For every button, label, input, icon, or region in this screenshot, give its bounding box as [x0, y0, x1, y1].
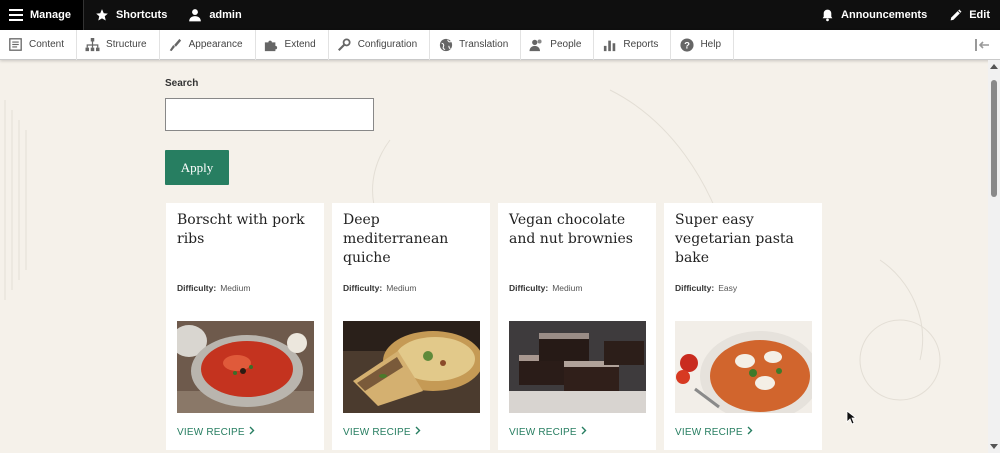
difficulty-label: Difficulty:: [509, 283, 549, 293]
page-scrollbar[interactable]: [988, 60, 1000, 453]
user-icon: [187, 7, 203, 23]
chevron-right-icon: [415, 426, 421, 438]
help-icon: ?: [679, 37, 694, 52]
content-icon: [8, 37, 23, 52]
chevron-right-icon: [249, 426, 255, 438]
recipe-difficulty: Difficulty: Easy: [675, 283, 737, 293]
view-recipe-label: VIEW RECIPE: [675, 426, 743, 438]
difficulty-value: Medium: [220, 283, 251, 293]
tray-item-label: Configuration: [357, 39, 418, 50]
announcements-label: Announcements: [841, 9, 928, 21]
star-icon: [94, 7, 110, 23]
recipe-title[interactable]: Vegan chocolate and nut brownies: [509, 211, 649, 249]
view-recipe-label: VIEW RECIPE: [177, 426, 245, 438]
borscht-soup-image[interactable]: [177, 321, 314, 413]
admin-toolbar: Manage Shortcuts admin Announcements Edi…: [0, 0, 1000, 30]
recipe-card[interactable]: Deep mediterranean quiche Difficulty: Med…: [332, 203, 490, 450]
manage-label: Manage: [30, 9, 71, 21]
user-label: admin: [209, 9, 242, 21]
tray-item-label: Appearance: [188, 39, 243, 50]
tray-item-translation[interactable]: Translation: [430, 29, 522, 60]
user-button[interactable]: admin: [177, 0, 251, 30]
scroll-up-arrow-icon[interactable]: [990, 64, 998, 69]
tray-item-label: Reports: [623, 39, 659, 50]
edit-button[interactable]: Edit: [937, 0, 1000, 30]
translation-icon: [438, 37, 453, 52]
difficulty-value: Easy: [718, 283, 738, 293]
difficulty-value: Medium: [552, 283, 583, 293]
view-recipe-label: VIEW RECIPE: [509, 426, 577, 438]
recipe-title[interactable]: Super easy vegetarian pasta bake: [675, 211, 815, 268]
view-recipe-link[interactable]: VIEW RECIPE: [177, 426, 255, 438]
recipe-card[interactable]: Borscht with pork ribs Difficulty: Medium…: [166, 203, 324, 450]
tray-item-label: Extend: [284, 39, 316, 50]
pencil-icon: [947, 7, 963, 23]
reports-icon: [602, 37, 617, 52]
view-recipe-link[interactable]: VIEW RECIPE: [509, 426, 587, 438]
edit-label: Edit: [969, 9, 990, 21]
recipe-card[interactable]: Vegan chocolate and nut brownies Difficu…: [498, 203, 656, 450]
appearance-icon: [168, 37, 183, 52]
tray-item-help[interactable]: ? Help: [671, 29, 735, 60]
announcements-button[interactable]: Announcements: [809, 0, 937, 30]
view-recipe-link[interactable]: VIEW RECIPE: [343, 426, 421, 438]
quiche-image[interactable]: [343, 321, 480, 413]
recipe-title[interactable]: Borscht with pork ribs: [177, 211, 317, 249]
extend-icon: [264, 37, 279, 52]
recipe-difficulty: Difficulty: Medium: [343, 283, 416, 293]
people-icon: [529, 37, 544, 52]
view-recipe-link[interactable]: VIEW RECIPE: [675, 426, 753, 438]
search-label: Search: [165, 78, 199, 89]
hamburger-icon: [8, 7, 24, 23]
recipe-difficulty: Difficulty: Medium: [177, 283, 250, 293]
shortcuts-button[interactable]: Shortcuts: [84, 0, 177, 30]
configuration-icon: [337, 37, 352, 52]
tray-item-label: People: [550, 39, 582, 50]
scrollbar-thumb[interactable]: [991, 80, 997, 197]
admin-tray: Content Structure Appearance Extend Conf…: [0, 29, 1000, 60]
recipe-title[interactable]: Deep mediterranean quiche: [343, 211, 483, 268]
recipe-difficulty: Difficulty: Medium: [509, 283, 582, 293]
bell-icon: [819, 7, 835, 23]
chevron-right-icon: [747, 426, 753, 438]
mouse-cursor-icon: [846, 410, 858, 430]
tray-item-content[interactable]: Content: [0, 29, 78, 60]
search-input[interactable]: [165, 98, 374, 131]
tray-item-reports[interactable]: Reports: [594, 29, 672, 60]
pasta-bake-image[interactable]: [675, 321, 812, 413]
chevron-right-icon: [581, 426, 587, 438]
recipe-card[interactable]: Super easy vegetarian pasta bake Difficu…: [664, 203, 822, 450]
tray-item-appearance[interactable]: Appearance: [160, 29, 256, 60]
tray-item-configuration[interactable]: Configuration: [329, 29, 431, 60]
tray-item-label: Translation: [459, 39, 509, 50]
structure-icon: [85, 37, 100, 52]
apply-button[interactable]: Apply: [165, 150, 229, 185]
collapse-tray-icon[interactable]: [974, 37, 992, 53]
tray-item-label: Content: [29, 39, 65, 50]
manage-button[interactable]: Manage: [0, 0, 84, 30]
brownies-image[interactable]: [509, 321, 646, 413]
tray-item-label: Structure: [106, 39, 147, 50]
tray-item-people[interactable]: People: [521, 29, 595, 60]
tray-item-structure[interactable]: Structure: [77, 29, 160, 60]
difficulty-label: Difficulty:: [343, 283, 383, 293]
shortcuts-label: Shortcuts: [115, 9, 168, 21]
difficulty-label: Difficulty:: [177, 283, 217, 293]
view-recipe-label: VIEW RECIPE: [343, 426, 411, 438]
difficulty-value: Medium: [386, 283, 417, 293]
svg-text:?: ?: [684, 40, 690, 51]
scroll-down-arrow-icon[interactable]: [990, 444, 998, 449]
tray-item-label: Help: [700, 39, 722, 50]
tray-item-extend[interactable]: Extend: [256, 29, 329, 60]
difficulty-label: Difficulty:: [675, 283, 715, 293]
